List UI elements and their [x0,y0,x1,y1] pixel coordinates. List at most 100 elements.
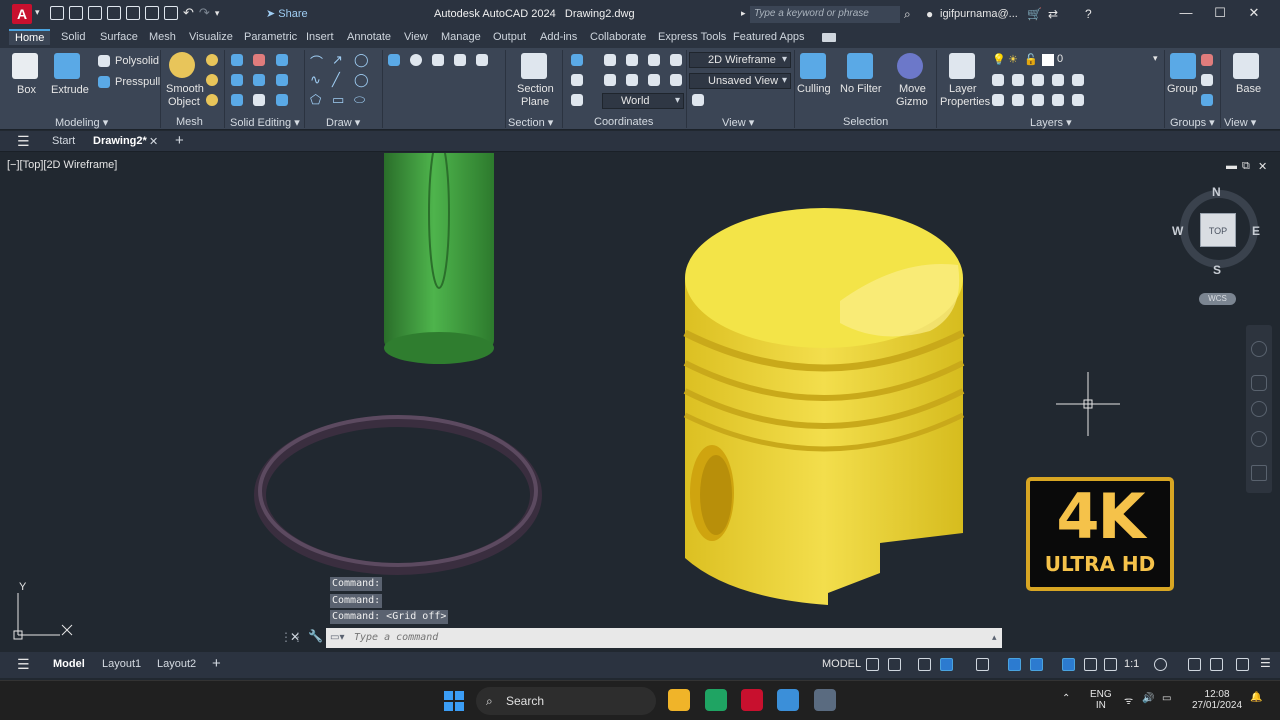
auto-scale-icon[interactable] [1084,658,1097,671]
fillet-edge-icon[interactable] [276,74,288,86]
calculator-icon[interactable] [814,689,836,711]
ellipse-2-icon[interactable]: ⬭ [354,92,365,108]
compass-south[interactable]: S [1213,263,1221,277]
zoom-extents-icon[interactable] [1251,401,1267,417]
file-tab-start[interactable]: Start [52,135,75,147]
mesh-smooth-more-icon[interactable] [206,74,218,86]
line-icon[interactable]: ⌒ [310,52,323,71]
tab-visualize[interactable]: Visualize [189,31,233,43]
culling-icon[interactable] [800,53,826,79]
layer-freeze-icon[interactable]: ☀ [1008,53,1018,66]
pan-icon[interactable] [1251,375,1267,391]
isodraft-icon[interactable] [976,658,989,671]
search-expand-icon[interactable]: ▸ [741,8,746,19]
viewport-close-icon[interactable]: ✕ [1258,160,1267,173]
viewport-config-icon[interactable] [692,94,704,106]
user-icon[interactable]: ● [926,7,933,21]
ungroup-icon[interactable] [1201,54,1213,66]
taskbar-search[interactable]: ⌕ Search [476,687,656,715]
polygon-icon[interactable]: ⬠ [310,92,321,108]
plot-icon[interactable] [164,6,178,20]
section-plane-icon[interactable] [521,53,547,79]
annotation-scale-value[interactable]: 1:1 [1124,658,1139,670]
drawing-viewport[interactable]: [−][Top][2D Wireframe] ▬ ⧉ ✕ TOP N S E W… [0,153,1280,651]
export-icon[interactable] [145,6,159,20]
viewport-minimize-icon[interactable]: ▬ [1226,160,1237,172]
object-snap-icon[interactable] [1030,658,1043,671]
ribbon-toggle-icon[interactable] [822,33,836,42]
ucs-view-icon[interactable] [571,74,583,86]
no-filter-icon[interactable] [847,53,873,79]
separate-icon[interactable] [276,94,288,106]
piston-ring[interactable] [254,415,542,575]
new-file-icon[interactable] [50,6,64,20]
import-icon[interactable] [126,6,140,20]
copy-icon[interactable] [454,54,466,66]
layer-tool-4-icon[interactable] [1052,74,1064,86]
showmotion-icon[interactable] [1251,465,1267,481]
group-groups[interactable]: Groups ▾ [1170,116,1215,129]
ucs-world-icon[interactable] [604,54,616,66]
layout-tab-layout1[interactable]: Layout1 [102,658,141,670]
group-view-2[interactable]: View ▾ [1224,116,1256,129]
move-gizmo-icon[interactable] [897,53,923,79]
current-layer-value[interactable]: 0 [1057,53,1063,65]
smooth-object-icon[interactable] [169,52,195,78]
tab-mesh[interactable]: Mesh [149,31,176,43]
interfere-icon[interactable] [231,74,243,86]
rectangle-icon[interactable]: ▭ [332,92,344,108]
layer-tool-1-icon[interactable] [992,74,1004,86]
snap-icon[interactable] [888,658,901,671]
workspace-gear-icon[interactable] [1154,658,1167,671]
annotation-monitor-icon[interactable] [1188,658,1201,671]
cart-icon[interactable]: 🛒 [1027,7,1042,21]
layout-menu-icon[interactable]: ☰ [17,656,30,673]
layer-tool-9-icon[interactable] [1052,94,1064,106]
compass-west[interactable]: W [1172,224,1183,238]
file-tab-drawing2[interactable]: Drawing2* [93,135,147,147]
ucs-z-icon[interactable] [648,74,660,86]
tab-express-tools[interactable]: Express Tools [658,31,726,43]
layer-color-icon[interactable] [1042,54,1054,66]
undo-icon[interactable]: ↶ [183,5,194,21]
ucs-previous-icon[interactable] [626,54,638,66]
maximize-icon[interactable]: ☐ [1210,5,1230,21]
box-icon[interactable] [12,53,38,79]
annotation-scale-icon[interactable] [1104,658,1117,671]
ucs-y-icon[interactable] [626,74,638,86]
layer-tool-3-icon[interactable] [1032,74,1044,86]
trim-icon[interactable] [476,54,488,66]
ortho-icon[interactable] [918,658,931,671]
qat-customize-icon[interactable]: ▾ [215,8,220,19]
thicken-icon[interactable] [231,94,243,106]
tab-home[interactable]: Home [9,29,51,45]
group-icon[interactable] [1170,53,1196,79]
customization-menu-icon[interactable]: ☰ [1260,656,1271,670]
units-icon[interactable] [1210,658,1223,671]
annotation-visibility-icon[interactable] [1062,658,1075,671]
polysolid-icon[interactable] [98,55,110,67]
compass-north[interactable]: N [1212,185,1221,199]
viewport-controls-label[interactable]: [−][Top][2D Wireframe] [7,159,117,171]
group-selection-icon[interactable] [1201,94,1213,106]
autocad-taskbar-icon[interactable] [741,689,763,711]
app-menu-chevron-icon[interactable]: ▾ [35,7,40,18]
layer-tool-5-icon[interactable] [1072,74,1084,86]
move-icon[interactable] [432,54,444,66]
tab-collaborate[interactable]: Collaborate [590,31,646,43]
volume-icon[interactable]: 🔊 [1142,693,1154,704]
ucs-face-icon[interactable] [648,54,660,66]
section-plane-button[interactable]: Section [517,83,554,95]
layer-tool-7-icon[interactable] [1012,94,1024,106]
group-selection[interactable]: Selection [843,116,888,128]
extrude-icon[interactable] [54,53,80,79]
clock[interactable]: 12:08 27/01/2024 [1192,689,1242,711]
tab-manage[interactable]: Manage [441,31,481,43]
subtract-icon[interactable] [253,54,265,66]
ellipse-icon[interactable]: ◯ [354,72,369,88]
extract-edges-icon[interactable] [253,94,265,106]
add-layout-icon[interactable]: + [212,655,221,672]
group-edit-icon[interactable] [1201,74,1213,86]
group-modeling[interactable]: Modeling ▾ [55,116,108,129]
spline-icon[interactable]: ╱ [332,72,340,88]
